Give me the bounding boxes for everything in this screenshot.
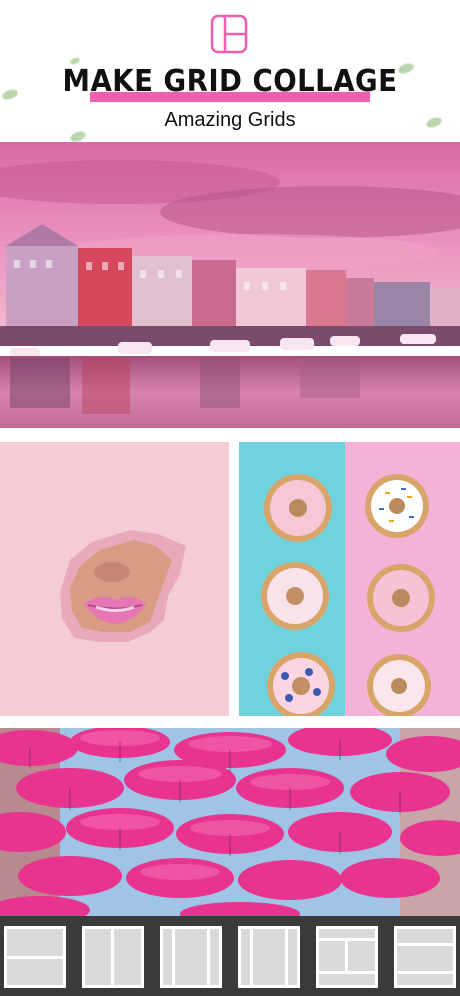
layout-template-5[interactable] — [316, 926, 378, 988]
layout-template-toolbar — [0, 916, 460, 996]
layout-template-2[interactable] — [82, 926, 144, 988]
header: MAKE GRID COLLAGE Amazing Grids — [0, 0, 460, 144]
lips-illustration — [0, 442, 229, 716]
layout-template-3[interactable] — [160, 926, 222, 988]
lips-through-paper-photo[interactable] — [0, 442, 229, 716]
leaf-decoration — [0, 87, 20, 102]
pink-harbor-city-photo[interactable] — [0, 142, 460, 428]
layout-template-1[interactable] — [4, 926, 66, 988]
pink-umbrellas-street-photo[interactable] — [0, 728, 460, 916]
umbrellas-illustration — [0, 728, 460, 916]
page-title: MAKE GRID COLLAGE — [62, 64, 398, 99]
donuts-on-blue-pink-photo[interactable] — [239, 442, 460, 716]
donuts-illustration — [239, 442, 460, 716]
layout-template-6[interactable] — [394, 926, 456, 988]
page-subtitle: Amazing Grids — [164, 109, 296, 131]
layout-template-4[interactable] — [238, 926, 300, 988]
grid-layout-icon — [210, 14, 248, 54]
harbor-illustration — [0, 142, 460, 428]
